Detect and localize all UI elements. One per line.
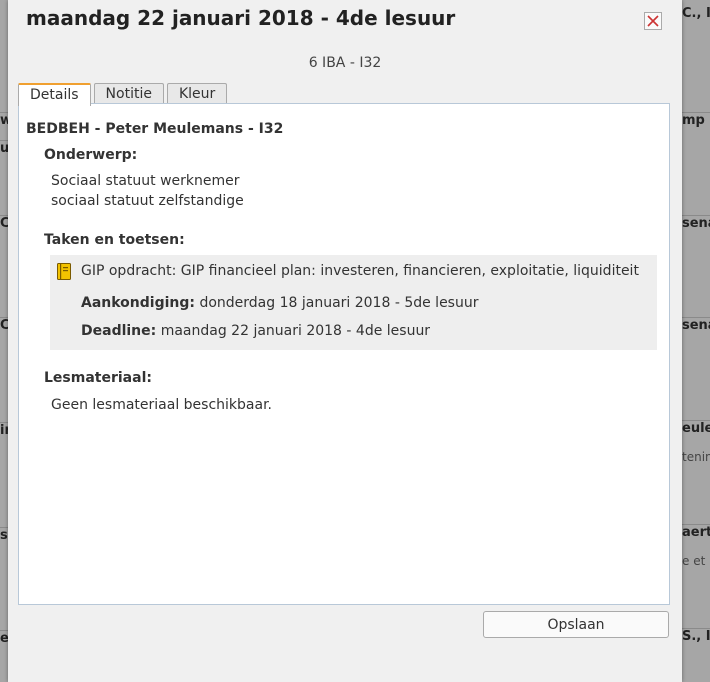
class-subtitle: 6 IBA - I32: [308, 55, 382, 71]
bg-cell: e: [0, 630, 8, 646]
onderwerp-label: Onderwerp:: [44, 147, 138, 163]
tab-kleur[interactable]: Kleur: [166, 83, 228, 104]
bg-cell[interactable]: aert e et: [682, 524, 710, 568]
bg-cell[interactable]: eule tenin: [682, 420, 710, 464]
bg-cell: u: [0, 140, 8, 156]
close-button[interactable]: [644, 12, 662, 30]
bg-cell: ir: [0, 422, 8, 438]
tab-details[interactable]: Details: [18, 83, 91, 106]
deadline-label: Deadline:: [81, 323, 157, 339]
bg-cell-sub: e et: [682, 554, 706, 568]
bg-cell: s: [0, 527, 8, 543]
lesmateriaal-label: Lesmateriaal:: [44, 370, 152, 386]
tab-notitie[interactable]: Notitie: [93, 83, 164, 104]
bg-cell-title: sena: [682, 216, 710, 231]
aankondiging-value: donderdag 18 januari 2018 - 5de lesuur: [199, 295, 479, 311]
onderwerp-line: sociaal statuut zelfstandige: [51, 193, 244, 209]
bg-cell-title: aert: [682, 525, 710, 540]
bg-cell-title: eule: [682, 421, 710, 436]
bg-cell[interactable]: sena: [682, 317, 710, 333]
bg-cell-title: mp l: [682, 113, 710, 128]
taken-label: Taken en toetsen:: [44, 232, 185, 248]
task-title[interactable]: GIP opdracht: GIP financieel plan: inves…: [81, 263, 639, 279]
task-aankondiging: Aankondiging: donderdag 18 januari 2018 …: [81, 295, 478, 311]
tab-bar: Details Notitie Kleur: [18, 83, 228, 106]
lesmateriaal-value: Geen lesmateriaal beschikbaar.: [51, 397, 272, 413]
bg-cell-sub: tenin: [682, 450, 710, 464]
background-calendar-left: w u C C ir s e: [0, 0, 8, 682]
bg-cell-title: S., I3: [682, 629, 710, 644]
bg-cell: C: [0, 215, 8, 231]
save-button[interactable]: Opslaan: [483, 611, 669, 638]
bg-cell[interactable]: mp l: [682, 112, 710, 128]
bg-cell: C: [0, 317, 8, 333]
close-icon: [647, 15, 659, 27]
course-heading: BEDBEH - Peter Meulemans - I32: [26, 121, 284, 137]
deadline-value: maandag 22 januari 2018 - 4de lesuur: [160, 323, 431, 339]
task-item: GIP opdracht: GIP financieel plan: inves…: [50, 255, 657, 350]
task-book-icon: [57, 263, 71, 280]
bg-cell-title: sena: [682, 318, 710, 333]
bg-cell[interactable]: sena: [682, 215, 710, 231]
bg-cell: w: [0, 112, 8, 128]
details-panel: BEDBEH - Peter Meulemans - I32 Onderwerp…: [18, 103, 670, 605]
task-deadline: Deadline: maandag 22 januari 2018 - 4de …: [81, 323, 430, 339]
background-calendar-right: C., I3 mp l sena sena eule tenin aert e et…: [682, 0, 710, 682]
onderwerp-line: Sociaal statuut werknemer: [51, 173, 240, 189]
aankondiging-label: Aankondiging:: [81, 295, 195, 311]
bg-cell[interactable]: C., I3: [682, 6, 710, 21]
bg-cell[interactable]: S., I3: [682, 628, 710, 644]
lesson-dialog: maandag 22 januari 2018 - 4de lesuur 6 I…: [8, 0, 682, 682]
dialog-title: maandag 22 januari 2018 - 4de lesuur: [26, 6, 456, 30]
bg-cell-title: C., I3: [682, 6, 710, 21]
